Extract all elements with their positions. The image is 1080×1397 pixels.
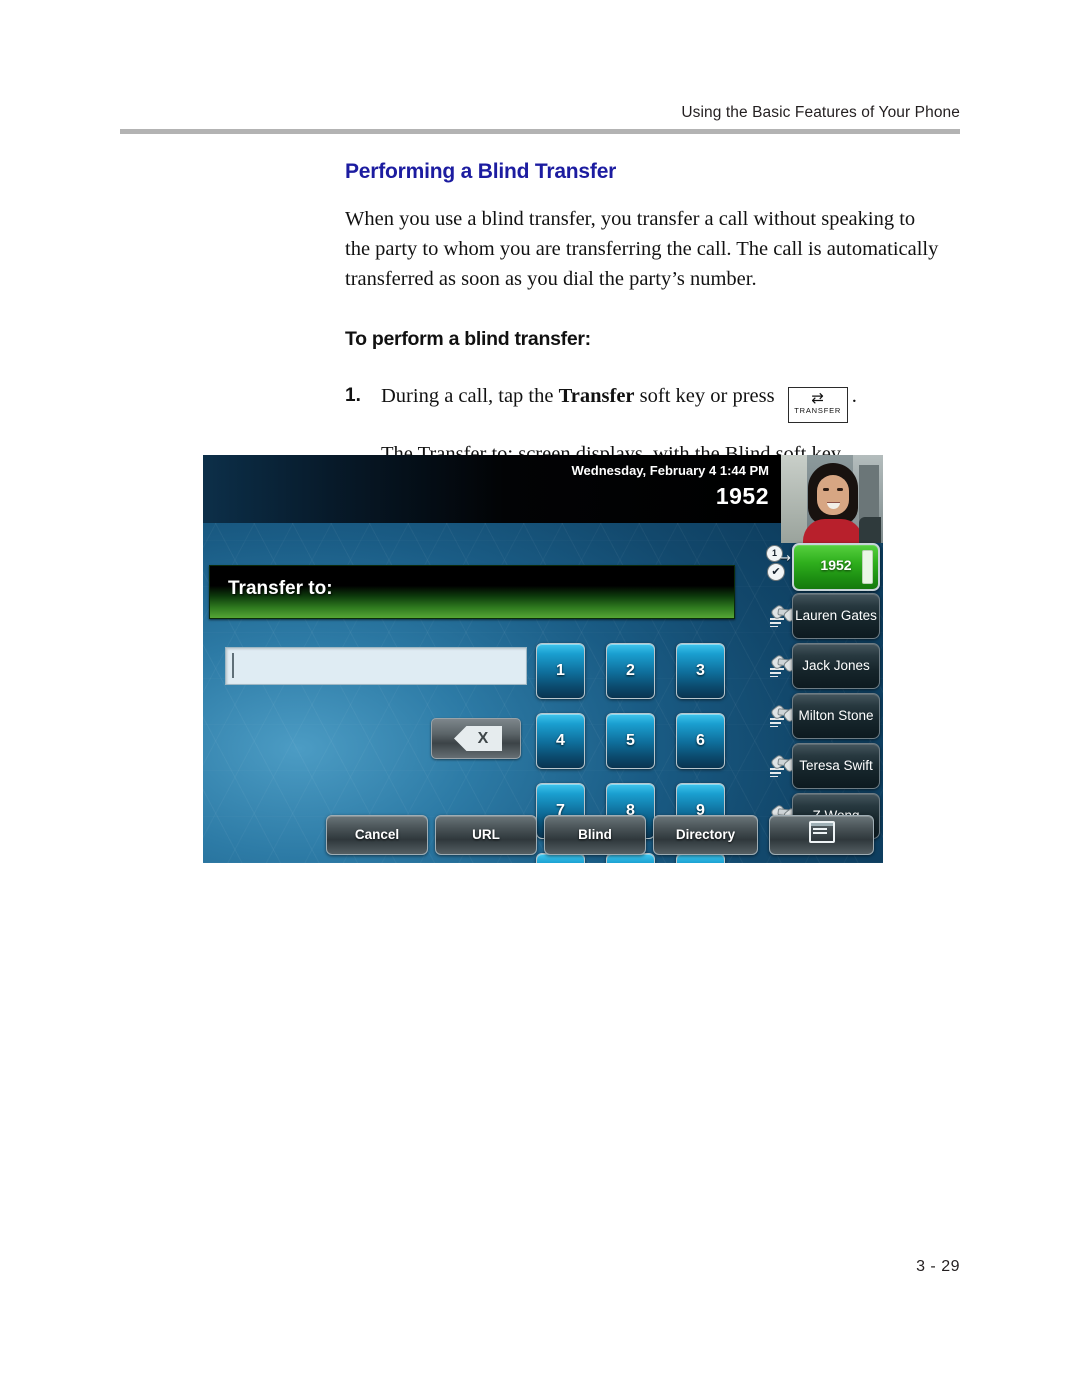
avatar-torso xyxy=(803,519,863,543)
backspace-icon: X xyxy=(454,726,502,751)
line-key-row: 1 ✔ → 1952 xyxy=(766,543,880,591)
transfer-in-progress-icon: 1 ✔ → xyxy=(766,545,800,585)
avatar-bg-door xyxy=(859,465,879,525)
avatar-bg-left xyxy=(781,455,807,543)
keypad-key-5[interactable]: 5 xyxy=(606,713,655,769)
transfer-arrow-icon: → xyxy=(780,551,791,566)
transfer-hardkey-label: TRANSFER xyxy=(794,406,842,415)
header-rule xyxy=(120,129,960,134)
status-datetime: Wednesday, February 4 1:44 PM xyxy=(571,463,769,478)
line-key-1952[interactable]: 1952 xyxy=(792,543,880,591)
step-1-softkey-name: Transfer xyxy=(558,385,635,407)
keypad-key-3[interactable]: 3 xyxy=(676,643,725,699)
page-number: 3 - 29 xyxy=(916,1258,960,1275)
step-1-text-before: During a call, tap the xyxy=(381,385,559,407)
line-key-row: Teresa Swift xyxy=(769,743,880,789)
number-entry-field[interactable] xyxy=(225,647,527,685)
line-key-row: Milton Stone xyxy=(769,693,880,739)
text-caret xyxy=(232,653,234,678)
transfer-to-title-bar: Transfer to: xyxy=(209,565,735,619)
line-key-row: Lauren Gates xyxy=(769,593,880,639)
document-content: Performing a Blind Transfer When you use… xyxy=(345,160,945,469)
step-1-number: 1. xyxy=(345,385,361,406)
transfer-to-label: Transfer to: xyxy=(228,578,333,599)
line-key-teresa-swift[interactable]: Teresa Swift xyxy=(792,743,880,789)
avatar-eye-right xyxy=(837,488,843,491)
keypad-key-6[interactable]: 6 xyxy=(676,713,725,769)
phone-screen-screenshot: Wednesday, February 4 1:44 PM 1952 Trans… xyxy=(203,455,883,863)
keypad-key-2[interactable]: 2 xyxy=(606,643,655,699)
line-key-lauren-gates[interactable]: Lauren Gates xyxy=(792,593,880,639)
step-1-text-after: . xyxy=(851,385,857,407)
transfer-arrows-icon: ⇄ xyxy=(811,389,824,407)
soft-key-blind[interactable]: Blind xyxy=(544,815,646,855)
line-key-milton-stone[interactable]: Milton Stone xyxy=(792,693,880,739)
line-key-row: Jack Jones xyxy=(769,643,880,689)
soft-key-menu[interactable] xyxy=(769,815,874,855)
phone-status-bar: Wednesday, February 4 1:44 PM 1952 xyxy=(203,455,781,523)
keypad-key-4[interactable]: 4 xyxy=(536,713,585,769)
avatar-eye-left xyxy=(823,488,829,491)
menu-window-icon xyxy=(808,821,835,843)
step-1: 1. During a call, tap the Transfer soft k… xyxy=(345,381,945,423)
running-head: Using the Basic Features of Your Phone xyxy=(681,104,960,121)
backspace-key[interactable]: X xyxy=(431,718,521,759)
soft-key-bar: Cancel URL Blind Directory xyxy=(203,815,883,859)
soft-key-directory[interactable]: Directory xyxy=(653,815,758,855)
line-key-jack-jones[interactable]: Jack Jones xyxy=(792,643,880,689)
page-title: Performing a Blind Transfer xyxy=(345,160,617,183)
transfer-hardkey-icon: ⇄ TRANSFER xyxy=(787,387,848,423)
avatar-face xyxy=(817,475,849,515)
soft-key-url[interactable]: URL xyxy=(435,815,537,855)
status-extension: 1952 xyxy=(715,483,769,509)
procedure-title: To perform a blind transfer: xyxy=(345,328,591,350)
line-key-column: 1 ✔ → 1952 Lauren Gates Jack Jones Milton Ston… xyxy=(766,543,880,843)
avatar xyxy=(781,455,883,543)
step-1-text-middle: soft key or press xyxy=(634,385,780,407)
avatar-chair xyxy=(859,517,881,543)
intro-paragraph: When you use a blind transfer, you trans… xyxy=(345,208,939,290)
soft-key-cancel[interactable]: Cancel xyxy=(326,815,428,855)
keypad-key-1[interactable]: 1 xyxy=(536,643,585,699)
